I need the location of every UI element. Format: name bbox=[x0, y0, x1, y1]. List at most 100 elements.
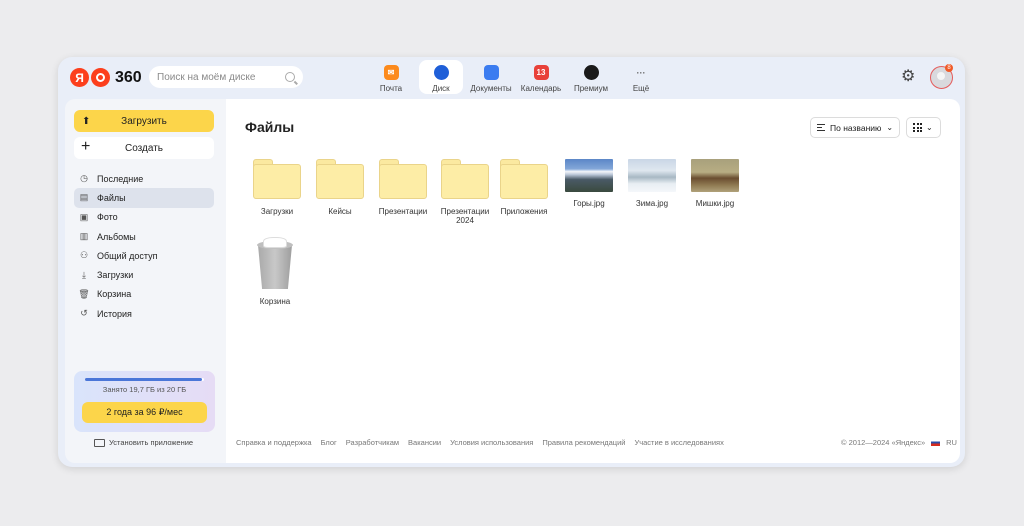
footer-copyright: © 2012—2024 «Яндекс» RU bbox=[841, 438, 957, 447]
service-label: Документы bbox=[470, 84, 512, 93]
sidebar-item-albums[interactable]: ▥ Альбомы bbox=[74, 227, 214, 246]
image-item[interactable]: Горы.jpg bbox=[558, 159, 620, 208]
service-mail[interactable]: ✉ Почта bbox=[366, 60, 416, 94]
copyright-text: © 2012—2024 «Яндекс» bbox=[841, 438, 926, 447]
calendar-icon: 13 bbox=[533, 65, 549, 80]
sidebar-item-trash[interactable]: 🗑 Корзина bbox=[74, 285, 214, 304]
install-app-link[interactable]: Установить приложение bbox=[94, 438, 193, 447]
history-icon: ↺ bbox=[80, 308, 88, 319]
sidebar-item-label: Файлы bbox=[97, 192, 126, 203]
plus-icon: + bbox=[81, 138, 91, 155]
file-name: Загрузки bbox=[260, 207, 294, 216]
image-thumbnail bbox=[628, 159, 676, 192]
clock-icon: ◷ bbox=[80, 173, 88, 184]
gear-icon[interactable]: ⚙ bbox=[901, 69, 915, 85]
service-label: Почта bbox=[379, 84, 403, 93]
service-more[interactable]: ··· Ещё bbox=[616, 60, 666, 94]
footer-link[interactable]: Правила рекомендаций bbox=[542, 438, 625, 447]
folder-icon bbox=[379, 159, 427, 199]
file-name: Презентации bbox=[378, 207, 428, 216]
service-documents[interactable]: Документы bbox=[466, 60, 516, 94]
sidebar-item-label: Загрузки bbox=[97, 270, 134, 281]
sort-label: По названию bbox=[830, 122, 882, 133]
install-label: Установить приложение bbox=[109, 438, 194, 447]
mail-icon: ✉ bbox=[383, 65, 399, 80]
yandex-logo-icon: Я bbox=[70, 68, 89, 87]
folder-icon bbox=[253, 159, 301, 199]
image-thumbnail bbox=[691, 159, 739, 192]
file-name: Мишки.jpg bbox=[695, 199, 735, 208]
sidebar-item-label: Фото bbox=[97, 212, 118, 223]
sidebar-item-label: Общий доступ bbox=[97, 250, 158, 261]
create-button[interactable]: + Создать bbox=[74, 137, 214, 159]
sidebar-item-label: История bbox=[97, 308, 132, 319]
sidebar-item-history[interactable]: ↺ История bbox=[74, 304, 214, 323]
sidebar-item-photo[interactable]: ▣ Фото bbox=[74, 208, 214, 227]
search-icon[interactable] bbox=[285, 72, 295, 82]
folder-icon bbox=[441, 159, 489, 199]
footer-link[interactable]: Блог bbox=[321, 438, 337, 447]
upload-icon: ⬆ bbox=[82, 116, 91, 127]
services-bar: ✉ Почта Диск Документы 13 Календарь Прем… bbox=[366, 60, 666, 94]
documents-icon bbox=[483, 65, 499, 80]
disk-icon bbox=[433, 65, 449, 80]
sidebar-item-label: Корзина bbox=[97, 289, 132, 300]
folder-icon bbox=[316, 159, 364, 199]
sort-icon bbox=[817, 124, 825, 131]
sidebar-item-files[interactable]: ▤ Файлы bbox=[74, 188, 214, 208]
download-icon: ⤓ bbox=[82, 269, 86, 280]
main-content: Файлы По названию ⌄ ⌄ Загрузки Кейсы Пре… bbox=[226, 99, 960, 463]
create-label: Создать bbox=[124, 142, 163, 154]
sidebar-item-shared[interactable]: ⚇ Общий доступ bbox=[74, 246, 214, 265]
storage-used-text: Занято 19,7 ГБ из 20 ГБ bbox=[102, 385, 187, 394]
folder-item[interactable]: Презентации 2024 bbox=[436, 159, 494, 225]
sidebar-item-downloads[interactable]: ⤓ Загрузки bbox=[74, 265, 214, 284]
file-name: Кейсы bbox=[328, 207, 352, 216]
trash-icon: 🗑 bbox=[78, 288, 90, 299]
sort-dropdown[interactable]: По названию ⌄ bbox=[810, 117, 900, 138]
folder-item[interactable]: Приложения bbox=[493, 159, 555, 216]
folder-item[interactable]: Загрузки bbox=[246, 159, 308, 216]
view-mode-dropdown[interactable]: ⌄ bbox=[906, 117, 941, 138]
storage-progress-fill bbox=[85, 378, 203, 381]
footer-link[interactable]: Разработчикам bbox=[346, 438, 399, 447]
image-item[interactable]: Зима.jpg bbox=[621, 159, 683, 208]
language-switch[interactable]: RU bbox=[946, 438, 957, 447]
service-calendar[interactable]: 13 Календарь bbox=[516, 60, 566, 94]
file-name: Горы.jpg bbox=[573, 199, 605, 208]
app-window: Я 360 Поиск на моём диске ✉ Почта Диск Д… bbox=[58, 57, 965, 467]
image-item[interactable]: Мишки.jpg bbox=[684, 159, 746, 208]
upload-button[interactable]: ⬆ Загрузить bbox=[74, 110, 214, 132]
image-thumbnail bbox=[565, 159, 613, 192]
sidebar: ⬆ Загрузить + Создать ◷ Последние ▤ Файлы … bbox=[65, 99, 226, 463]
service-disk[interactable]: Диск bbox=[419, 60, 463, 94]
file-name: Приложения bbox=[500, 207, 548, 216]
footer-link[interactable]: Вакансии bbox=[408, 438, 441, 447]
trash-item[interactable]: Корзина bbox=[244, 237, 306, 306]
service-label: Ещё bbox=[632, 84, 650, 93]
service-label: Премиум bbox=[573, 84, 609, 93]
storage-progress-bar bbox=[85, 378, 204, 381]
notification-badge: 8 bbox=[945, 64, 953, 72]
file-name: Зима.jpg bbox=[635, 199, 669, 208]
footer-link[interactable]: Участие в исследованиях bbox=[634, 438, 723, 447]
sidebar-item-label: Альбомы bbox=[97, 231, 136, 242]
search-input[interactable]: Поиск на моём диске bbox=[149, 66, 303, 88]
footer-link[interactable]: Справка и поддержка bbox=[236, 438, 312, 447]
promo-button[interactable]: 2 года за 96 ₽/мес bbox=[82, 402, 207, 423]
service-premium[interactable]: Премиум bbox=[566, 60, 616, 94]
folder-item[interactable]: Кейсы bbox=[309, 159, 371, 216]
ring-logo-icon bbox=[91, 68, 110, 87]
service-label: Диск bbox=[432, 84, 450, 93]
shared-icon: ⚇ bbox=[79, 250, 89, 261]
folder-icon bbox=[500, 159, 548, 199]
sidebar-item-recent[interactable]: ◷ Последние bbox=[74, 169, 214, 188]
yandex-360-logo[interactable]: Я 360 bbox=[70, 68, 142, 87]
folder-item[interactable]: Презентации bbox=[372, 159, 434, 216]
sidebar-nav: ◷ Последние ▤ Файлы ▣ Фото ▥ Альбомы ⚇ Общий … bbox=[74, 169, 214, 323]
trash-bin-icon bbox=[257, 237, 293, 289]
top-bar: Я 360 Поиск на моём диске ✉ Почта Диск Д… bbox=[58, 57, 965, 97]
footer-link[interactable]: Условия использования bbox=[450, 438, 533, 447]
search-placeholder: Поиск на моём диске bbox=[157, 71, 256, 83]
photo-icon: ▣ bbox=[79, 211, 89, 222]
